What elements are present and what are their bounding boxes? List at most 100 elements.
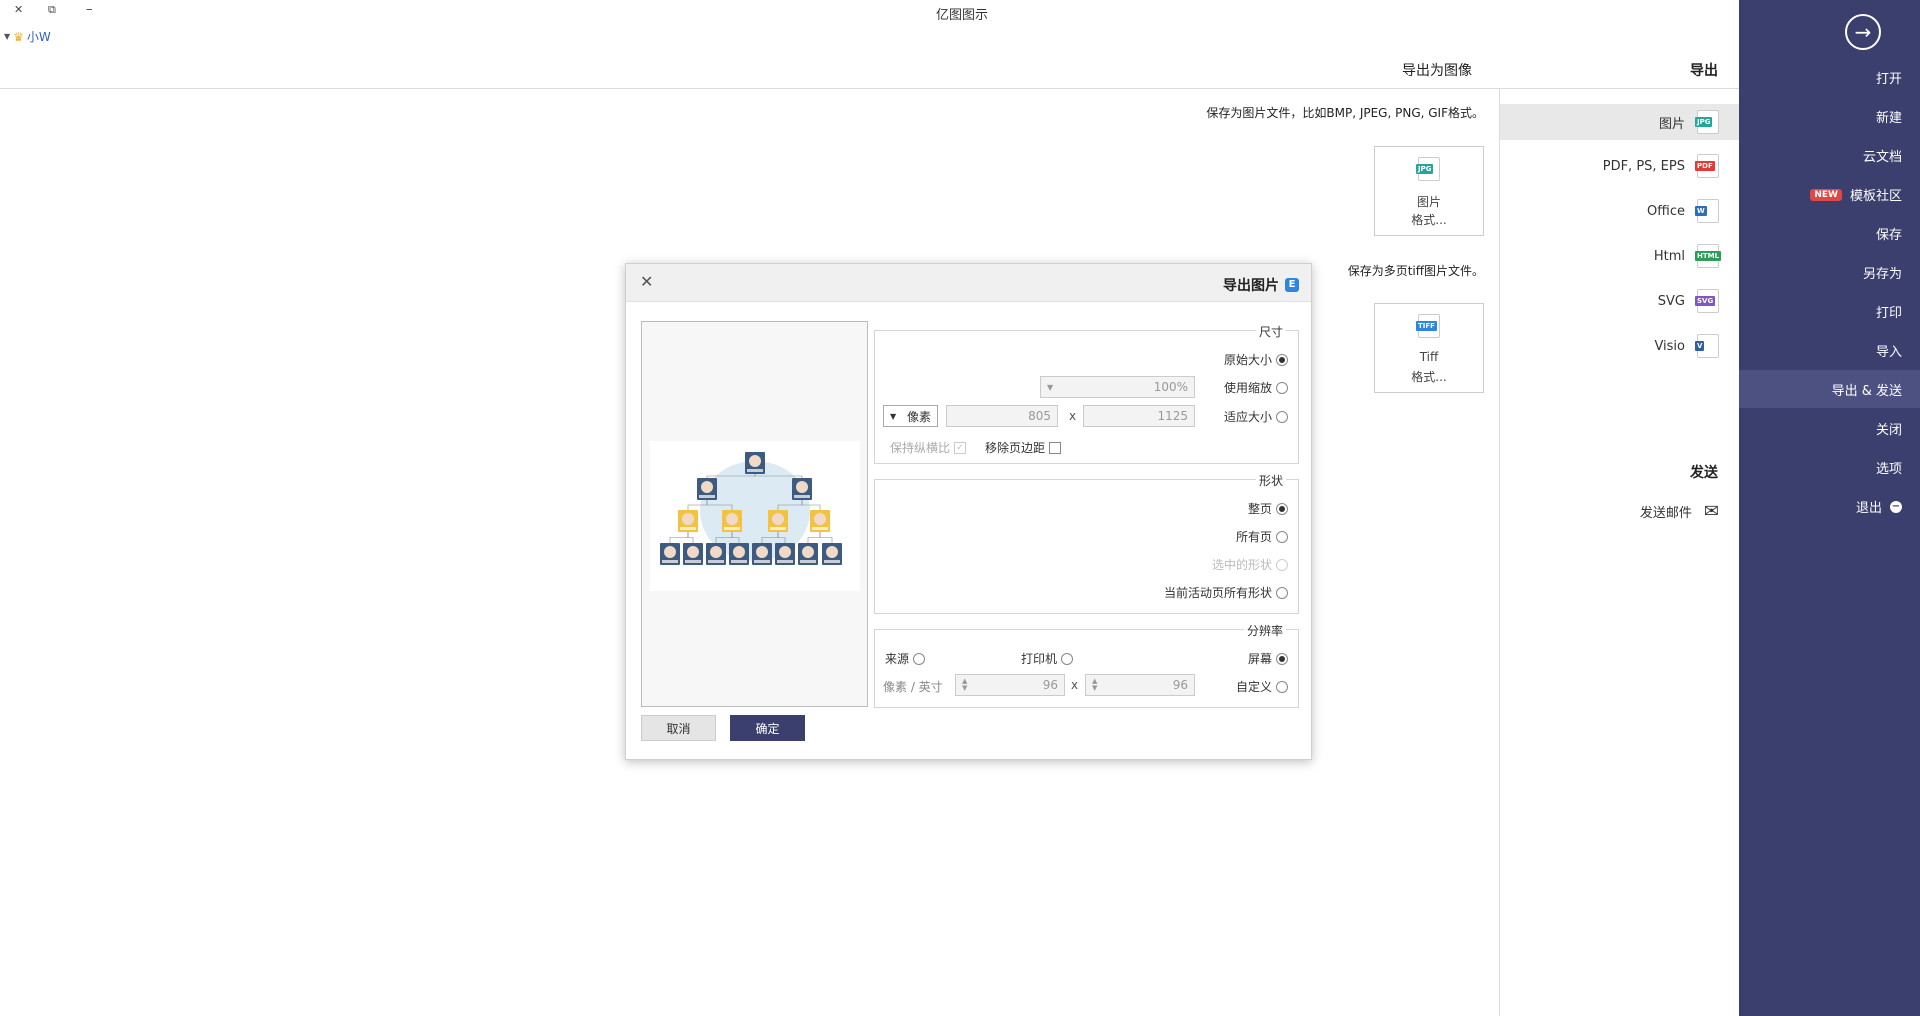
- dialog-header: 导出图片 E ✕: [626, 264, 1311, 302]
- dpi-y-stepper[interactable]: ▲ ▼ 96: [955, 674, 1065, 696]
- avatar: [749, 455, 761, 467]
- sidebar-item-3[interactable]: NEW 模板社区: [1810, 185, 1902, 204]
- printer-radio[interactable]: 打印机: [1021, 650, 1074, 667]
- format-item-5[interactable]: Visio V: [1500, 328, 1739, 364]
- send-email-item[interactable]: 发送邮件 ✉: [1500, 493, 1739, 529]
- keep-ratio-checkbox[interactable]: 保持纵横比 ✓: [890, 439, 967, 456]
- minimize-icon[interactable]: –: [86, 2, 93, 17]
- resolution-group-label: 分辨率: [1243, 622, 1286, 639]
- dpi-unit: 像素 / 英寸: [883, 680, 943, 694]
- person-name-strip: [747, 469, 763, 472]
- height-input[interactable]: 805: [946, 405, 1058, 427]
- org-chart-preview: [650, 441, 860, 591]
- tiff-format-card-title: Tiff: [1419, 350, 1439, 364]
- use-zoom-label: 使用缩放: [1223, 381, 1272, 395]
- sidebar-item-label: 打开: [1875, 72, 1902, 87]
- backstage-sidebar: → 打开新建云文档 NEW 模板社区保存另存为打印导入导出 & 发送关闭选项退出 −: [1739, 0, 1920, 1016]
- radio-unchecked: [1276, 558, 1288, 571]
- remove-margin-checkbox[interactable]: 移除页边距: [985, 439, 1062, 456]
- file-type-badge: HTML: [1695, 251, 1722, 261]
- selected-shapes-radio[interactable]: 选中的形状: [1212, 556, 1288, 573]
- radio-checked: [1276, 353, 1288, 366]
- checkmark-icon: ✓: [954, 441, 967, 454]
- sidebar-item-1[interactable]: 新建: [1876, 107, 1902, 126]
- radio-unchecked: [1276, 680, 1288, 693]
- format-item-3[interactable]: Html HTML: [1500, 238, 1739, 274]
- sidebar-item-8[interactable]: 导出 & 发送: [1739, 370, 1920, 408]
- avatar: [756, 546, 768, 558]
- close-icon[interactable]: ✕: [640, 272, 653, 291]
- current-page-shapes-radio[interactable]: 当前活动页所有形状: [1164, 584, 1288, 601]
- export-title: 导出: [1690, 63, 1718, 79]
- image-format-card[interactable]: JPG 图片 格式...: [1374, 146, 1484, 236]
- dpi-x-stepper[interactable]: ▲ ▼ 96: [1085, 674, 1195, 696]
- all-pages-radio[interactable]: 所有页: [1236, 528, 1288, 545]
- page-heading: 导出为图像: [1402, 63, 1472, 79]
- times-sign: x: [1071, 678, 1079, 692]
- unit-select[interactable]: ▼ 像素: [883, 405, 938, 427]
- header-divider: [0, 88, 1739, 89]
- current-page-shapes-label: 当前活动页所有形状: [1163, 586, 1272, 600]
- avatar: [687, 546, 699, 558]
- image-format-card-subtitle: 格式...: [1411, 213, 1447, 227]
- close-window-icon[interactable]: ✕: [14, 3, 23, 16]
- whole-page-radio[interactable]: 整页: [1248, 500, 1288, 517]
- sidebar-item-9[interactable]: 关闭: [1876, 419, 1902, 438]
- restore-icon[interactable]: ⧉: [48, 3, 56, 17]
- sidebar-item-label: 新建: [1875, 111, 1902, 126]
- send-title: 发送: [1690, 465, 1718, 481]
- sidebar-item-11[interactable]: 退出 −: [1856, 497, 1902, 516]
- chevron-down-icon: ▼: [890, 411, 897, 421]
- person-name-strip: [662, 560, 678, 563]
- format-item-4[interactable]: SVG SVG: [1500, 283, 1739, 319]
- radio-unchecked: [1276, 381, 1288, 394]
- dialog-title: 导出图片 E: [1223, 275, 1299, 295]
- format-item-0[interactable]: 图片 JPG: [1500, 104, 1739, 140]
- back-arrow-icon[interactable]: →: [1845, 14, 1881, 50]
- sidebar-item-5[interactable]: 另存为: [1863, 263, 1902, 282]
- format-item-2[interactable]: Office W: [1500, 193, 1739, 229]
- exit-icon: −: [1890, 500, 1902, 513]
- avatar: [772, 513, 784, 525]
- chevron-down-icon: ▼: [4, 32, 11, 41]
- tiff-format-card[interactable]: TIFF Tiff 格式...: [1374, 303, 1484, 393]
- radio-unchecked: [1061, 652, 1074, 665]
- sidebar-item-10[interactable]: 选项: [1876, 458, 1902, 477]
- connector-line: [687, 531, 694, 544]
- file-type-badge: V: [1695, 341, 1705, 351]
- checkbox-unchecked: [1049, 441, 1062, 454]
- use-zoom-radio[interactable]: 使用缩放: [1224, 379, 1288, 396]
- ok-button[interactable]: 确定: [730, 715, 805, 741]
- format-item-1[interactable]: PDF, PS, EPS PDF: [1500, 148, 1739, 184]
- file-type-icon: SVG: [1695, 289, 1719, 313]
- zoom-select[interactable]: ▼ 100%: [1040, 376, 1195, 398]
- file-type-icon: W: [1695, 199, 1719, 223]
- connector-line: [819, 531, 833, 544]
- sidebar-item-0[interactable]: 打开: [1876, 68, 1902, 87]
- size-group-label: 尺寸: [1255, 323, 1286, 340]
- fit-size-radio[interactable]: 适应大小: [1224, 408, 1288, 425]
- sidebar-item-6[interactable]: 打印: [1876, 302, 1902, 321]
- zoom-value: 100%: [1153, 380, 1188, 394]
- file-type-icon: V: [1695, 334, 1719, 358]
- screen-radio[interactable]: 屏幕: [1248, 650, 1288, 667]
- original-size-radio[interactable]: 原始大小: [1224, 351, 1288, 368]
- image-description: 保存为图片文件，比如BMP, JPEG, PNG, GIF格式。: [1206, 106, 1484, 120]
- stepper-arrows-icon[interactable]: ▲ ▼: [962, 678, 967, 692]
- format-label: Office: [1647, 203, 1685, 219]
- source-radio[interactable]: 来源: [885, 650, 926, 667]
- file-type-icon: PDF: [1695, 154, 1719, 178]
- cancel-button[interactable]: 取消: [641, 715, 716, 741]
- person-name-strip: [800, 560, 816, 563]
- new-badge: NEW: [1810, 188, 1842, 201]
- jpg-file-icon: JPG: [1416, 157, 1440, 181]
- stepper-arrows-icon[interactable]: ▲ ▼: [1092, 678, 1097, 692]
- radio-unchecked: [1276, 410, 1288, 423]
- fit-size-label: 适应大小: [1223, 410, 1272, 424]
- sidebar-item-4[interactable]: 保存: [1876, 224, 1902, 243]
- width-input[interactable]: 1125: [1083, 405, 1195, 427]
- custom-radio[interactable]: 自定义: [1236, 678, 1288, 695]
- sidebar-item-7[interactable]: 导入: [1876, 341, 1902, 360]
- sidebar-item-2[interactable]: 云文档: [1863, 146, 1902, 165]
- user-menu[interactable]: ▼ ♛ 小W: [4, 28, 51, 45]
